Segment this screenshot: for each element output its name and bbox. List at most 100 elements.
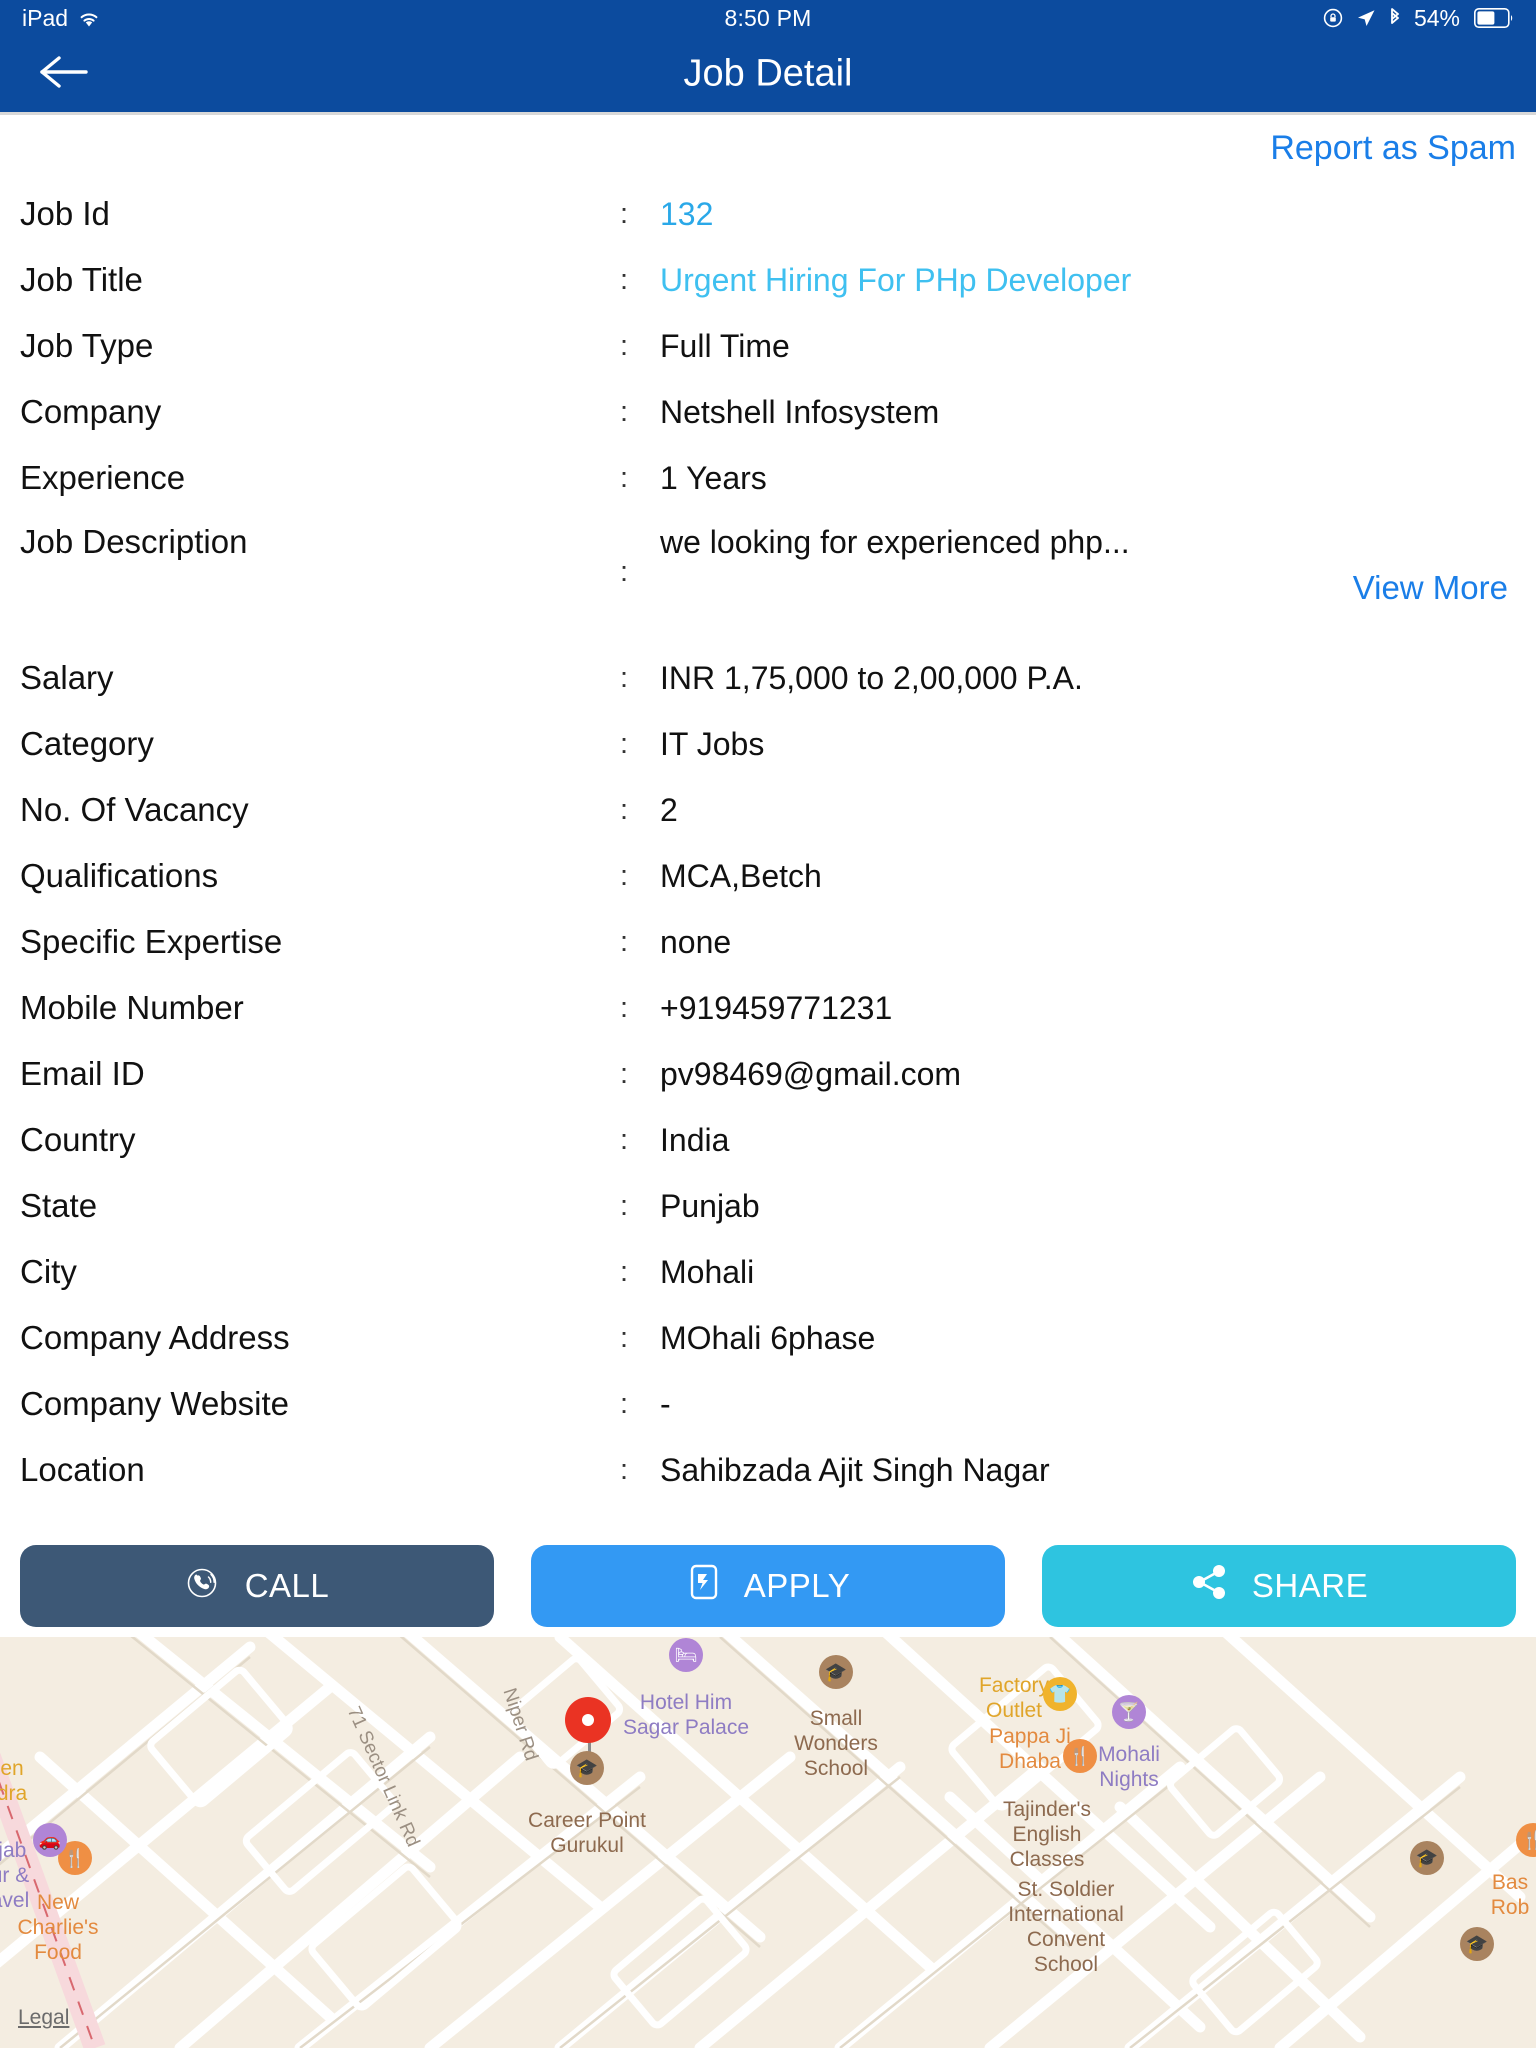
detail-colon: : <box>620 198 629 230</box>
report-as-spam-link[interactable]: Report as Spam <box>1270 129 1516 168</box>
detail-label: Salary <box>20 659 114 696</box>
detail-colon: : <box>620 462 629 494</box>
detail-colon: : <box>620 1454 629 1486</box>
detail-label: Job Type <box>20 327 154 364</box>
detail-label: Specific Expertise <box>20 923 283 960</box>
detail-label: Country <box>20 1121 136 1158</box>
job-detail-screen: iPad 8:50 PM 54% Job Detail Report as Sp… <box>0 0 1536 2048</box>
job-detail-content: Report as Spam Job Id:132 Job Title: Urgen… <box>0 115 1536 1640</box>
detail-value: 2 <box>660 792 678 828</box>
detail-row: Country: India <box>20 1107 1516 1173</box>
detail-value: Full Time <box>660 328 790 364</box>
apply-document-icon <box>686 1563 722 1609</box>
detail-colon: : <box>620 330 629 362</box>
detail-label: Category <box>20 725 154 762</box>
restaurant-icon[interactable]: 🍴 <box>1063 1739 1097 1773</box>
detail-label: Experience <box>20 459 186 496</box>
detail-colon: : <box>620 1190 629 1222</box>
school-icon[interactable]: 🎓 <box>819 1655 853 1689</box>
detail-value: Punjab <box>660 1188 760 1224</box>
detail-row: Location: Sahibzada Ajit Singh Nagar <box>20 1437 1516 1503</box>
call-button-label: CALL <box>244 1567 330 1604</box>
status-bar: iPad 8:50 PM 54% <box>0 0 1536 36</box>
detail-rows: Job Id:132 Job Title: Urgent Hiring For PH… <box>0 181 1536 1503</box>
detail-row: Job Title: Urgent Hiring For PHp Develope… <box>20 247 1516 313</box>
detail-colon: : <box>620 1124 629 1156</box>
detail-value: +919459771231 <box>660 990 893 1026</box>
bar-icon[interactable]: 🍸 <box>1112 1695 1146 1729</box>
navigation-bar: Job Detail <box>0 36 1536 112</box>
map-legal-link[interactable]: Legal <box>18 2006 69 2030</box>
map-pin-icon[interactable] <box>565 1697 611 1743</box>
share-nodes-icon <box>1190 1563 1230 1609</box>
apply-button-label: APPLY <box>743 1567 851 1604</box>
detail-label: Company <box>20 393 162 430</box>
school-icon[interactable]: 🎓 <box>570 1751 604 1785</box>
detail-value: INR 1,75,000 to 2,00,000 P.A. <box>660 660 1083 696</box>
row-spacer <box>20 633 1516 645</box>
detail-value[interactable]: 132 <box>660 181 1516 247</box>
detail-value: MOhali 6phase <box>660 1320 876 1356</box>
device-label: iPad <box>22 4 69 31</box>
battery-icon <box>1474 8 1514 28</box>
detail-colon: : <box>620 992 629 1024</box>
status-bar-right: 54% <box>812 5 1514 32</box>
detail-row: Mobile Number: +919459771231 <box>20 975 1516 1041</box>
detail-colon: : <box>620 1388 629 1420</box>
detail-row: Job Description: we looking for experienc… <box>20 511 1516 633</box>
hotel-icon[interactable]: 🛏 <box>669 1638 703 1672</box>
detail-colon: : <box>620 662 629 694</box>
clothing-icon[interactable]: 👕 <box>1043 1677 1077 1711</box>
phone-icon <box>185 1563 223 1609</box>
detail-value: Sahibzada Ajit Singh Nagar <box>660 1452 1050 1488</box>
detail-label: City <box>20 1253 77 1290</box>
detail-row: Qualifications: MCA,Betch <box>20 843 1516 909</box>
detail-label: State <box>20 1187 98 1224</box>
battery-percent: 54% <box>1413 4 1460 31</box>
status-bar-center: 8:50 PM <box>724 5 811 32</box>
wifi-icon <box>77 8 101 28</box>
detail-label: Company Address <box>20 1319 290 1356</box>
detail-value: none <box>660 924 732 960</box>
detail-row: Specific Expertise: none <box>20 909 1516 975</box>
detail-row: Email ID: pv98469@gmail.com <box>20 1041 1516 1107</box>
detail-label: Job Id <box>20 195 110 232</box>
location-arrow-icon <box>1356 8 1376 28</box>
school-icon[interactable]: 🎓 <box>1460 1927 1494 1961</box>
status-bar-left: iPad <box>22 5 724 32</box>
view-more-wrap: View More <box>20 569 1516 607</box>
view-more-link[interactable]: View More <box>1353 569 1508 606</box>
call-button[interactable]: CALL <box>20 1545 494 1627</box>
detail-value: we looking for experienced php... <box>660 524 1130 560</box>
detail-row: Company: Netshell Infosystem <box>20 379 1516 445</box>
bluetooth-icon <box>1388 7 1402 29</box>
apply-button[interactable]: APPLY <box>531 1545 1005 1627</box>
detail-label: Email ID <box>20 1055 145 1092</box>
detail-value: IT Jobs <box>660 726 765 762</box>
detail-label: Qualifications <box>20 857 219 894</box>
carrental-icon[interactable]: 🚗 <box>33 1823 67 1857</box>
detail-colon: : <box>620 728 629 760</box>
detail-row: State: Punjab <box>20 1173 1516 1239</box>
detail-row: Job Id:132 <box>20 181 1516 247</box>
share-button[interactable]: SHARE <box>1042 1545 1516 1627</box>
detail-row: Category: IT Jobs <box>20 711 1516 777</box>
page-title: Job Detail <box>683 52 853 95</box>
detail-value: 1 Years <box>660 460 767 496</box>
detail-colon: : <box>620 926 629 958</box>
detail-label: Location <box>20 1451 145 1488</box>
detail-colon: : <box>620 264 629 296</box>
detail-value[interactable]: Urgent Hiring For PHp Developer <box>660 247 1516 313</box>
map-roads <box>0 1637 1536 2048</box>
rotation-lock-icon <box>1322 7 1344 29</box>
school-icon[interactable]: 🎓 <box>1410 1841 1444 1875</box>
detail-row: Salary: INR 1,75,000 to 2,00,000 P.A. <box>20 645 1516 711</box>
detail-row: Company Address: MOhali 6phase <box>20 1305 1516 1371</box>
share-button-label: SHARE <box>1251 1567 1369 1604</box>
detail-colon: : <box>620 1256 629 1288</box>
detail-colon: : <box>620 1322 629 1354</box>
detail-value: India <box>660 1122 730 1158</box>
location-map[interactable]: Legal Career Point Gurukul 🎓 Hotel Him Sag… <box>0 1637 1536 2048</box>
detail-row: Company Website: - <box>20 1371 1516 1437</box>
clock: 8:50 PM <box>724 4 812 31</box>
